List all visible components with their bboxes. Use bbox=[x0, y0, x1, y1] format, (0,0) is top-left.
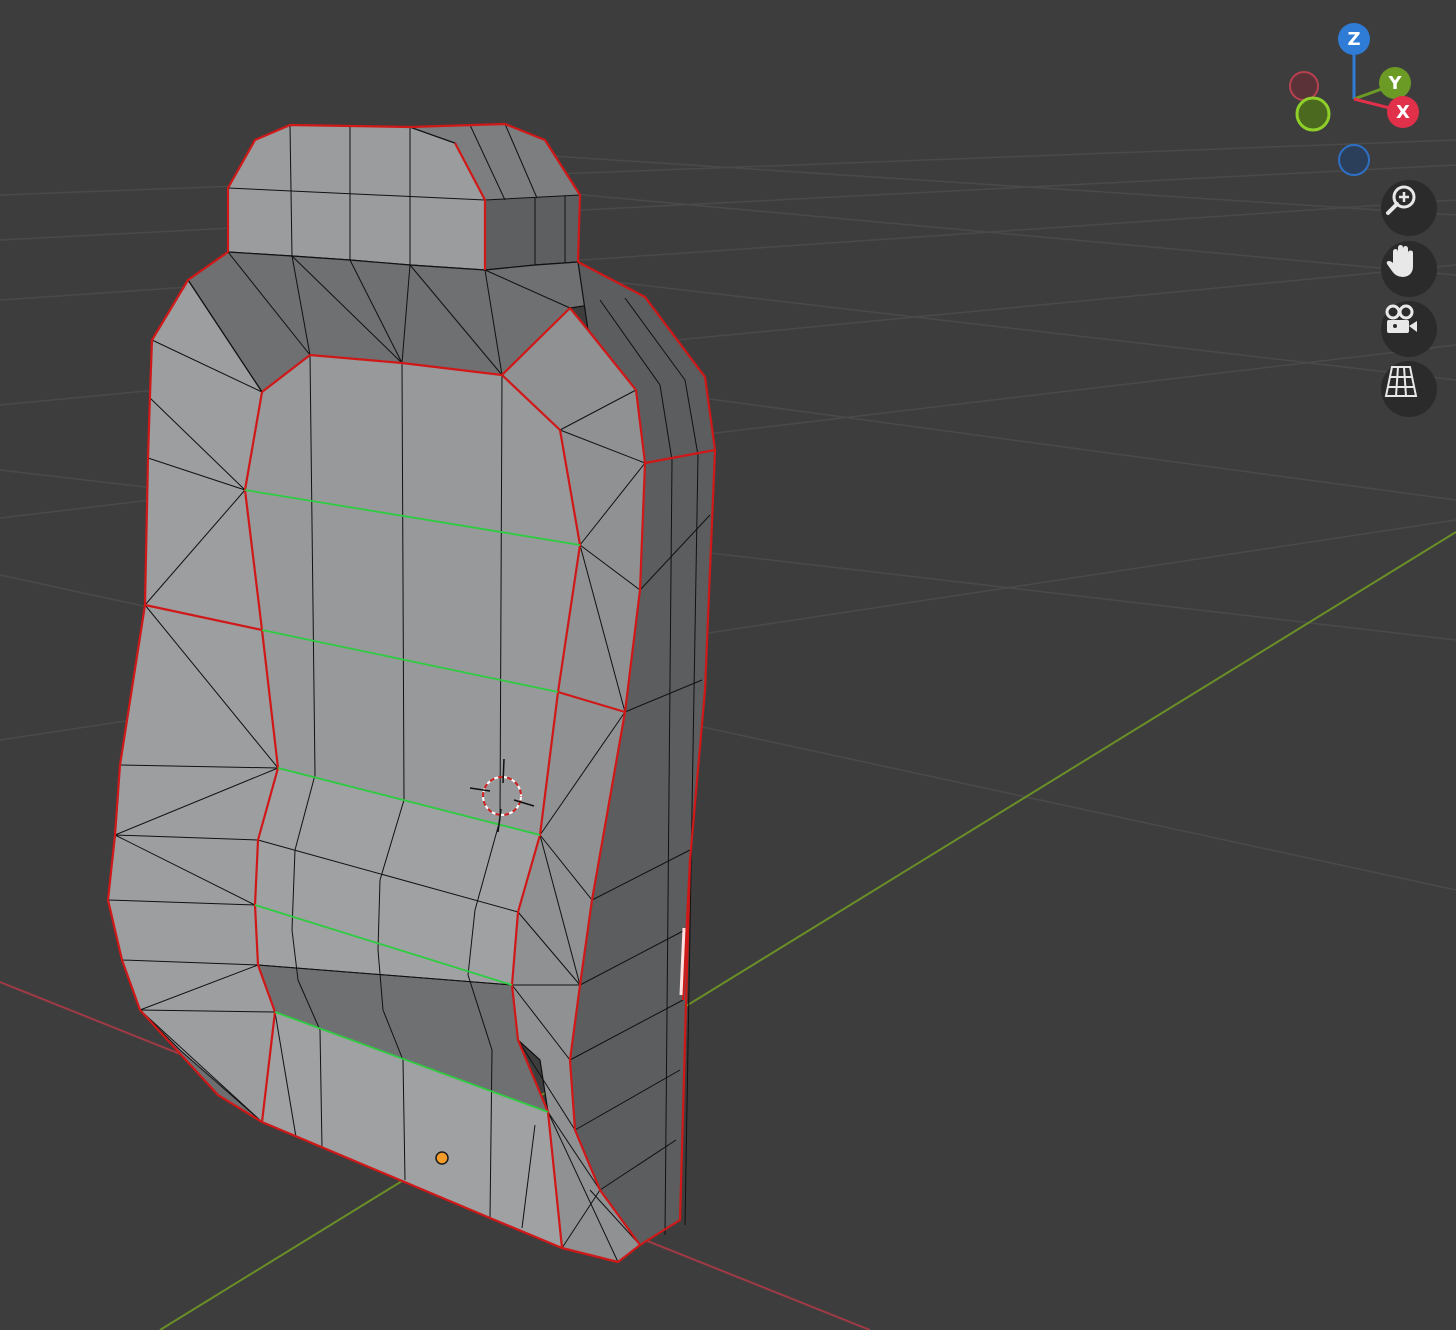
camera-view-button[interactable] bbox=[1381, 301, 1437, 357]
zoom-icon bbox=[1386, 185, 1416, 215]
viewport-canvas[interactable]: Z Y X bbox=[0, 0, 1456, 1330]
gizmo-neg-x[interactable] bbox=[1289, 71, 1319, 101]
object-origin-icon[interactable] bbox=[435, 1151, 449, 1165]
pan-button[interactable] bbox=[1381, 241, 1437, 297]
hand-icon bbox=[1386, 245, 1413, 277]
zoom-button[interactable] bbox=[1381, 180, 1437, 236]
gizmo-x-label: X bbox=[1396, 102, 1410, 123]
seat-mesh[interactable] bbox=[106, 122, 717, 1264]
navigation-gizmo[interactable]: Z Y X bbox=[1289, 23, 1419, 176]
gizmo-y-label: Y bbox=[1387, 73, 1402, 94]
left-bolster bbox=[107, 279, 279, 1123]
camera-icon bbox=[1385, 304, 1417, 333]
back-centre-panel bbox=[244, 354, 581, 836]
gizmo-neg-z[interactable] bbox=[1338, 144, 1370, 176]
ortho-toggle-button[interactable] bbox=[1381, 361, 1437, 417]
3d-viewport[interactable]: Z Y X bbox=[0, 0, 1456, 1330]
grid-icon bbox=[1384, 366, 1418, 397]
gizmo-z-label: Z bbox=[1347, 29, 1360, 50]
gizmo-neg-y[interactable] bbox=[1295, 96, 1331, 132]
headrest-front bbox=[227, 124, 486, 271]
